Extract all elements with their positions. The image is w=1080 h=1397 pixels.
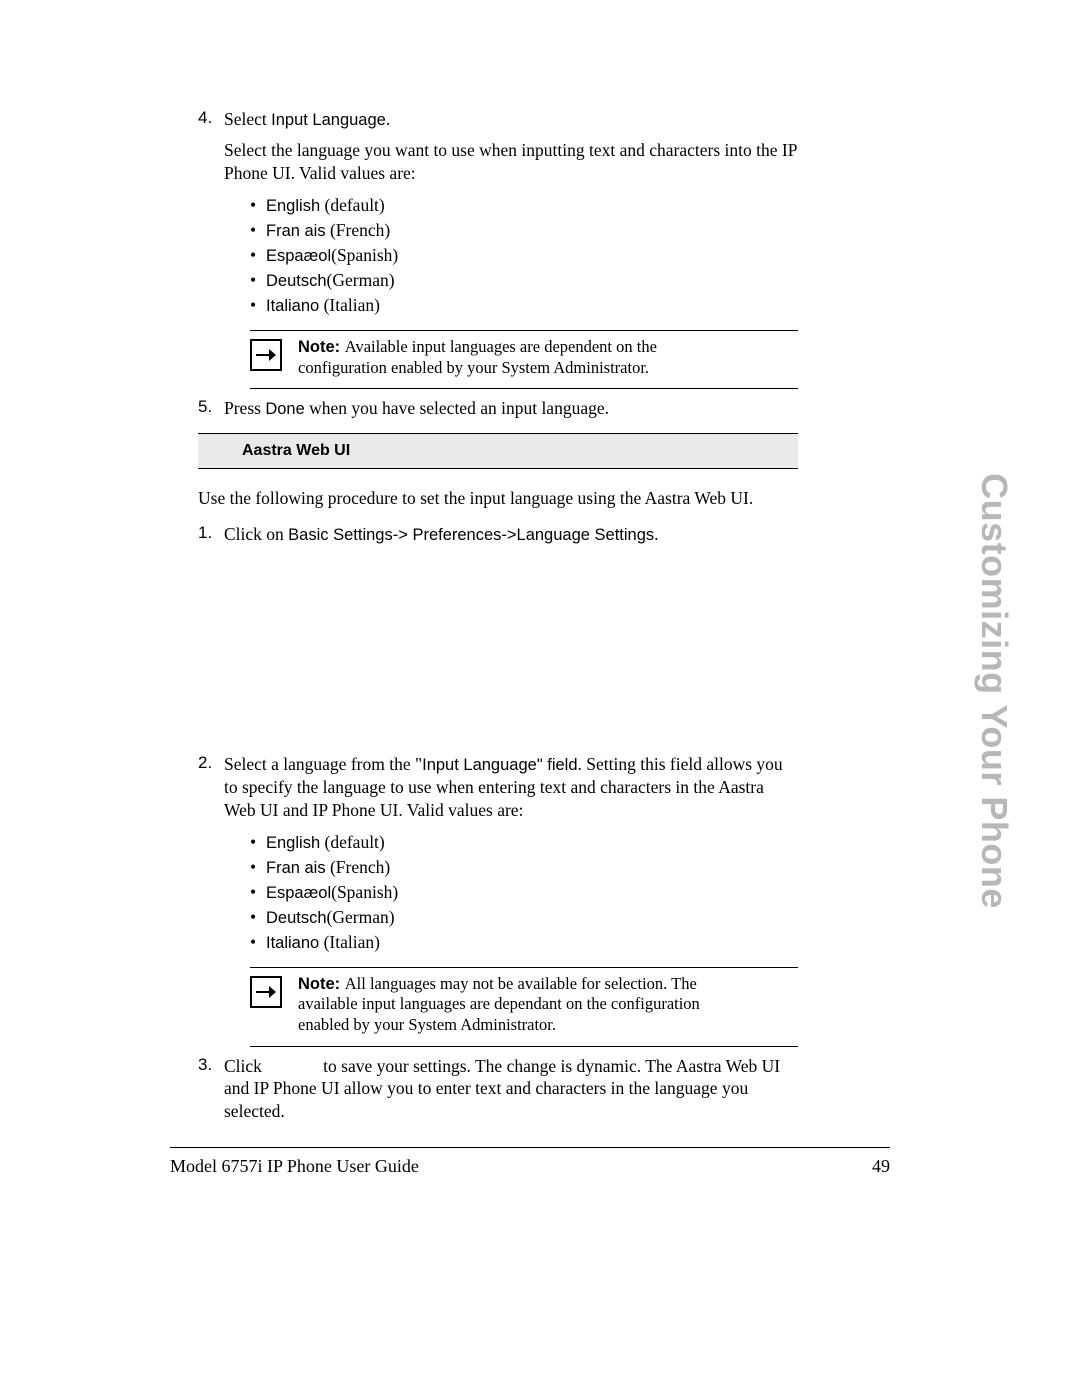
intro-paragraph: Use the following procedure to set the i… bbox=[198, 487, 798, 510]
text: . bbox=[386, 109, 390, 129]
bullet-list: English (default) Fran ais (French) Espa… bbox=[224, 195, 798, 316]
list-item: Fran ais (French) bbox=[250, 220, 798, 241]
step-text: Click to save your settings. The change … bbox=[224, 1055, 798, 1123]
note-text: Note: All languages may not be available… bbox=[298, 974, 798, 1036]
note-label: Note: bbox=[298, 975, 345, 993]
footer-left: Model 6757i IP Phone User Guide bbox=[170, 1156, 419, 1177]
step-2: 2. Select a language from the "Input Lan… bbox=[198, 753, 798, 1047]
paragraph: Select the language you want to use when… bbox=[224, 139, 798, 185]
steps-list-web: 1. Click on Basic Settings-> Preferences… bbox=[198, 523, 798, 1123]
step-3: 3. Click to save your settings. The chan… bbox=[198, 1055, 798, 1123]
text: . bbox=[654, 524, 658, 544]
note-text: Note: Available input languages are depe… bbox=[298, 337, 798, 378]
list-item: Espaæol(Spanish) bbox=[250, 245, 798, 266]
step-1: 1. Click on Basic Settings-> Preferences… bbox=[198, 523, 798, 546]
section-header: Aastra Web UI bbox=[198, 434, 798, 469]
step-number: 1. bbox=[198, 523, 212, 543]
list-item: English (default) bbox=[250, 195, 798, 216]
arrow-right-icon bbox=[250, 976, 282, 1008]
list-item: Espaæol(Spanish) bbox=[250, 882, 798, 903]
bold-text: Input Language bbox=[422, 756, 537, 774]
bold-text: Basic Settings-> Preferences->Language S… bbox=[288, 526, 654, 544]
side-chapter-title: Customizing Your Phone bbox=[973, 473, 1015, 909]
note-block: Note: Available input languages are depe… bbox=[250, 330, 798, 389]
steps-list-top: 4. Select Input Language. Select the lan… bbox=[198, 108, 798, 421]
text: Press bbox=[224, 398, 265, 418]
step-number: 4. bbox=[198, 108, 212, 128]
note-label: Note: bbox=[298, 338, 345, 356]
bold-text: Input Language bbox=[271, 111, 386, 129]
note-body: Available input languages are dependent … bbox=[298, 337, 657, 377]
screenshot-placeholder bbox=[198, 553, 798, 723]
list-item: Italiano (Italian) bbox=[250, 295, 798, 316]
text: Select a language from the " bbox=[224, 754, 422, 774]
content-area: 4. Select Input Language. Select the lan… bbox=[198, 108, 798, 1123]
note-body: All languages may not be available for s… bbox=[298, 974, 700, 1034]
bold-text: Done bbox=[265, 400, 304, 418]
step-4: 4. Select Input Language. Select the lan… bbox=[198, 108, 798, 389]
list-item: Italiano (Italian) bbox=[250, 932, 798, 953]
step-number: 5. bbox=[198, 397, 212, 417]
text: " field bbox=[537, 756, 578, 774]
step-number: 3. bbox=[198, 1055, 212, 1075]
list-item: English (default) bbox=[250, 832, 798, 853]
page-number: 49 bbox=[872, 1156, 890, 1177]
arrow-right-icon bbox=[250, 339, 282, 371]
text: Click on bbox=[224, 524, 288, 544]
page-footer: Model 6757i IP Phone User Guide 49 bbox=[170, 1147, 890, 1177]
step-number: 2. bbox=[198, 753, 212, 773]
step-5: 5. Press Done when you have selected an … bbox=[198, 397, 798, 420]
text: Select bbox=[224, 109, 271, 129]
bullet-list: English (default) Fran ais (French) Espa… bbox=[224, 832, 798, 953]
list-item: Deutsch(German) bbox=[250, 270, 798, 291]
list-item: Fran ais (French) bbox=[250, 857, 798, 878]
page: Customizing Your Phone 4. Select Input L… bbox=[0, 0, 1080, 1397]
note-block: Note: All languages may not be available… bbox=[250, 967, 798, 1047]
text: when you have selected an input language… bbox=[305, 398, 609, 418]
list-item: Deutsch(German) bbox=[250, 907, 798, 928]
